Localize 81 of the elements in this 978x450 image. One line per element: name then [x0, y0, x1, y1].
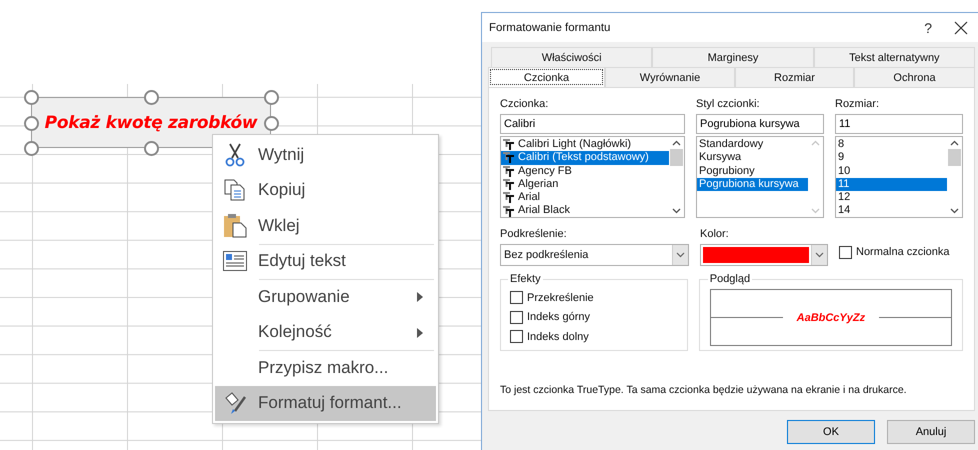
cancel-button[interactable]: Anuluj: [887, 420, 975, 444]
tab[interactable]: Czcionka: [488, 67, 605, 87]
list-item[interactable]: Pogrubiony: [697, 164, 808, 178]
resize-handle[interactable]: [24, 90, 39, 105]
field-label: Podkreślenie:: [500, 227, 568, 241]
tab[interactable]: Marginesy: [652, 47, 814, 67]
resize-handle[interactable]: [144, 90, 159, 105]
ok-button[interactable]: OK: [787, 420, 875, 444]
resize-handle[interactable]: [24, 116, 39, 131]
list-item[interactable]: Standardowy: [697, 138, 808, 152]
group-title: Podgląd: [708, 273, 752, 285]
list-item[interactable]: Agency FB: [501, 164, 669, 178]
list-item[interactable]: Kursywa: [697, 151, 808, 165]
scrollbar-thumb[interactable]: [670, 149, 683, 166]
list-item[interactable]: Arial Black: [501, 204, 669, 218]
paint-bucket-icon: [223, 391, 247, 416]
field-label: Styl czcionki:: [696, 97, 761, 111]
input-field[interactable]: Calibri: [500, 114, 685, 134]
tab[interactable]: Rozmiar: [735, 67, 854, 87]
font-type-icon: [503, 166, 514, 177]
list-item[interactable]: 12: [836, 191, 947, 204]
scissors-icon: [225, 142, 245, 167]
scroll-down-icon[interactable]: [950, 208, 959, 214]
scroll-up-icon[interactable]: [950, 140, 959, 146]
list-item[interactable]: Calibri Light (Nagłówki): [501, 138, 669, 152]
list-item[interactable]: 11: [836, 178, 947, 192]
help-button[interactable]: ?: [924, 20, 932, 36]
menu-item[interactable]: Kolejność: [215, 314, 436, 350]
font-type-icon: [503, 192, 514, 204]
field-label: Kolor:: [700, 227, 730, 241]
shape-text: Pokaż kwotę zarobków: [44, 112, 258, 132]
close-button[interactable]: [954, 20, 968, 34]
list-item[interactable]: 10: [836, 164, 947, 178]
font-type-icon: [503, 206, 514, 217]
tab[interactable]: Tekst alternatywny: [814, 47, 975, 67]
resize-handle[interactable]: [264, 90, 279, 105]
copy-icon: [224, 179, 246, 202]
tab[interactable]: Właściwości: [491, 47, 652, 67]
menu-item[interactable]: Formatuj formant...: [215, 386, 436, 421]
field-label: Czcionka:: [500, 97, 550, 111]
font-type-icon: [503, 179, 514, 190]
window-title: Formatowanie formantu: [489, 22, 612, 34]
list-item[interactable]: Pogrubiona kursywa: [697, 178, 808, 192]
resize-handle[interactable]: [24, 141, 39, 156]
checkbox-label: Przekreślenie: [527, 292, 594, 304]
checkbox[interactable]: [510, 291, 523, 304]
preview-text: AaBbCcYyZz: [796, 312, 866, 324]
scrollbar-thumb[interactable]: [948, 149, 961, 166]
tab[interactable]: Wyrównanie: [605, 67, 735, 87]
info-text: To jest czcionka TrueType. Ta sama czcionka będzie używana na ekranie i na drukarce.: [500, 384, 908, 396]
list-item[interactable]: Arial: [501, 191, 669, 204]
font-type-icon: [503, 139, 514, 150]
checkbox[interactable]: [839, 246, 852, 259]
checkbox-label: Indeks dolny: [527, 330, 589, 343]
checkbox[interactable]: [510, 310, 523, 324]
list-item[interactable]: 9: [836, 151, 947, 165]
menu-item[interactable]: Kopiuj: [215, 172, 436, 208]
list-item[interactable]: 8: [836, 138, 947, 152]
menu-item[interactable]: Wklej: [215, 208, 436, 244]
input-field[interactable]: 11: [835, 114, 963, 134]
font-type-icon: [503, 152, 514, 164]
checkbox-label: Indeks górny: [527, 311, 590, 324]
submenu-arrow-icon: [417, 328, 423, 338]
list-item[interactable]: Calibri (Tekst podstawowy): [501, 151, 669, 165]
field-label: Rozmiar:: [835, 97, 880, 111]
tab[interactable]: Ochrona: [854, 67, 975, 87]
scroll-up-icon[interactable]: [672, 140, 681, 146]
scroll-down-icon[interactable]: [672, 208, 681, 214]
color-dropdown[interactable]: [700, 244, 828, 266]
list-item[interactable]: Algerian: [501, 178, 669, 192]
submenu-arrow-icon: [417, 292, 423, 302]
checkbox[interactable]: [510, 330, 523, 344]
resize-handle[interactable]: [264, 116, 279, 131]
text-box-icon: [223, 251, 247, 272]
underline-dropdown[interactable]: Bez podkreślenia: [500, 244, 689, 266]
list-item[interactable]: 14: [836, 204, 947, 218]
checkbox-label: Normalna czcionka: [856, 246, 950, 258]
paste-icon: [223, 213, 247, 238]
group-title: Efekty: [509, 273, 542, 285]
input-field[interactable]: Pogrubiona kursywa: [696, 114, 824, 134]
resize-handle[interactable]: [144, 141, 159, 156]
